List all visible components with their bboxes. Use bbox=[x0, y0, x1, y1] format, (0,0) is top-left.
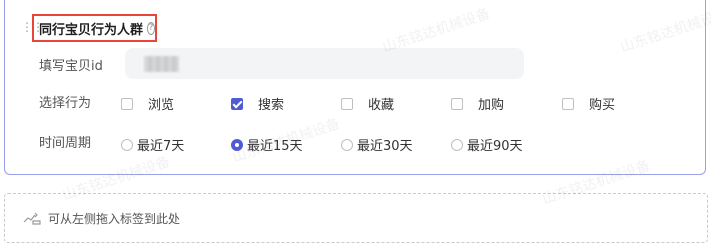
behavior-option-favorite[interactable]: 收藏 bbox=[341, 94, 394, 113]
section-title: 同行宝贝行为人群 bbox=[39, 22, 144, 38]
tag-dropzone[interactable]: 可从左侧拖入标签到此处 bbox=[4, 193, 708, 243]
dropzone-text: 可从左侧拖入标签到此处 bbox=[48, 211, 181, 226]
period-option-7d[interactable]: 最近7天 bbox=[121, 135, 184, 154]
period-option-90d[interactable]: 最近90天 bbox=[451, 135, 523, 154]
item-id-input[interactable] bbox=[125, 48, 524, 79]
checkbox-purchase[interactable] bbox=[562, 97, 574, 110]
period-label: 时间周期 bbox=[39, 136, 92, 151]
behavior-option-add-cart[interactable]: 加购 bbox=[451, 94, 504, 113]
radio-90d[interactable] bbox=[451, 138, 463, 151]
checkbox-add-cart[interactable] bbox=[451, 97, 463, 110]
radio-30d[interactable] bbox=[341, 138, 353, 151]
crowd-behavior-card: ⋮⋮ 同行宝贝行为人群 ? 填写宝贝id 选择行为 浏览 搜索 收藏 加购 购买… bbox=[4, 0, 706, 175]
checkbox-browse[interactable] bbox=[121, 97, 133, 110]
period-option-30d[interactable]: 最近30天 bbox=[341, 135, 413, 154]
item-id-label: 填写宝贝id bbox=[39, 59, 103, 74]
question-circle-icon[interactable]: ? bbox=[147, 21, 155, 35]
checkbox-favorite[interactable] bbox=[341, 97, 353, 110]
checkbox-search[interactable] bbox=[231, 97, 243, 110]
period-option-15d[interactable]: 最近15天 bbox=[231, 135, 303, 154]
behavior-option-purchase[interactable]: 购买 bbox=[562, 94, 615, 113]
behavior-option-browse[interactable]: 浏览 bbox=[121, 94, 174, 113]
radio-7d[interactable] bbox=[121, 138, 133, 151]
item-id-redacted-value bbox=[144, 56, 179, 72]
section-title-highlight: 同行宝贝行为人群 ? bbox=[32, 14, 157, 42]
behavior-option-search[interactable]: 搜索 bbox=[231, 94, 284, 113]
behavior-label: 选择行为 bbox=[39, 96, 92, 111]
drag-drop-icon bbox=[23, 212, 41, 225]
radio-15d[interactable] bbox=[231, 138, 243, 151]
